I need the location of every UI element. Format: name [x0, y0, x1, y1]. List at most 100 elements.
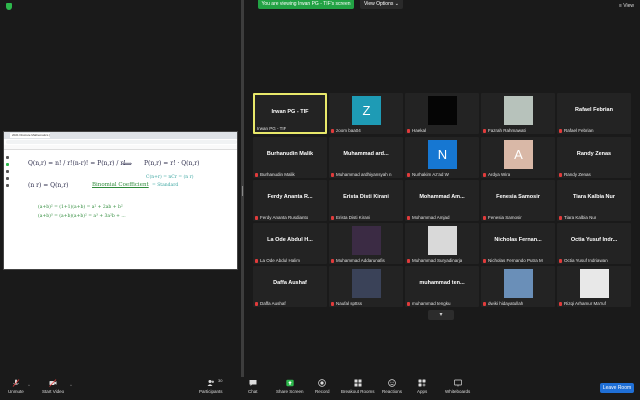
- unmute-button[interactable]: Unmute: [8, 379, 24, 394]
- leave-room-button[interactable]: Leave Room: [600, 383, 634, 393]
- whiteboards-button[interactable]: Whiteboards: [445, 379, 470, 394]
- participant-name-label: Haekal: [407, 128, 426, 133]
- muted-mic-icon: [483, 172, 486, 177]
- record-icon: [318, 379, 327, 387]
- participant-tile[interactable]: Zzoom baa04: [329, 93, 403, 134]
- top-bar: You are viewing Irwan PG - TIF's screen …: [0, 0, 640, 10]
- whiteboards-label: Whiteboards: [445, 389, 471, 394]
- share-screen-label: Share Screen: [276, 389, 304, 394]
- muted-mic-icon: [407, 172, 410, 177]
- handwriting-line-2-left: (n r) = Q(n,r): [28, 182, 69, 189]
- participant-tile[interactable]: Nicholas Fernan... Nicholas Fernando Putr…: [481, 223, 555, 264]
- reactions-icon: [388, 379, 396, 387]
- participant-tile[interactable]: Daffa Aushaf Daffa Aushaf: [253, 266, 327, 307]
- view-options-button[interactable]: View Options ⌄: [360, 0, 403, 9]
- audio-options-caret[interactable]: ^: [28, 383, 30, 388]
- participant-name-text: Muhammad Suryadinarja: [412, 258, 463, 263]
- apps-button[interactable]: Apps: [417, 379, 427, 394]
- muted-mic-icon: [559, 301, 562, 306]
- muted-mic-icon: [407, 258, 410, 263]
- participant-tile[interactable]: dwiki hidayatullah: [481, 266, 555, 307]
- muted-mic-icon: [559, 128, 562, 133]
- apps-icon: [418, 379, 426, 387]
- text-tool-icon: [6, 184, 9, 187]
- participants-label: Participants: [199, 389, 223, 394]
- participant-tile[interactable]: Muhammad ard... Muhammad ardhiyansyah n: [329, 137, 403, 178]
- participant-photo: [352, 269, 381, 298]
- participant-tile[interactable]: Rizqi Arhamur Ma'ruf: [557, 266, 631, 307]
- participant-name-label: Mohammad Amjad: [407, 215, 450, 220]
- apps-label: Apps: [417, 389, 428, 394]
- participant-name-text: Octia Yusuf Indriawan: [564, 258, 608, 263]
- participant-photo: [580, 269, 609, 298]
- split-divider-handle[interactable]: [241, 0, 244, 377]
- participant-tile[interactable]: Naufal spttss: [329, 266, 403, 307]
- participant-name-text: Fenesia Samosir: [488, 215, 522, 220]
- address-bar: [6, 140, 237, 144]
- participant-tile[interactable]: Mohammad Am... Mohammad Amjad: [405, 180, 479, 221]
- participant-tile[interactable]: Fenesia Samosir Fenesia Samosir: [481, 180, 555, 221]
- video-options-caret[interactable]: ^: [70, 383, 72, 388]
- participant-avatar: Z: [352, 96, 381, 125]
- participant-name-label: Irwan PG - TIF: [257, 126, 286, 131]
- record-button[interactable]: Record: [315, 379, 330, 394]
- security-shield-icon[interactable]: [6, 3, 12, 10]
- participant-tile[interactable]: A Ardya Wira: [481, 137, 555, 178]
- highlighter-tool-icon: [6, 163, 9, 166]
- participant-display-name: Randy Zenas: [576, 151, 612, 157]
- participant-tile[interactable]: Muhammad Addarunafis: [329, 223, 403, 264]
- participant-name-text: Naufal spttss: [336, 301, 363, 306]
- participants-count: 30: [218, 378, 223, 383]
- participant-name-text: Erista Disti Kirani: [336, 215, 371, 220]
- participant-display-name: Erista Disti Kirani: [343, 194, 389, 200]
- share-screen-button[interactable]: Share Screen: [276, 379, 304, 394]
- participant-tile[interactable]: Tiara Kalbia Nur Tiara Kalbia Nur: [557, 180, 631, 221]
- participant-display-name: Irwan PG - TIF: [271, 109, 309, 115]
- participant-tile[interactable]: Haekal: [405, 93, 479, 134]
- participant-tile[interactable]: Rafael Febrian Rafael Febrian: [557, 93, 631, 134]
- participant-tile[interactable]: Octia Yusuf Indr... Octia Yusuf Indriawan: [557, 223, 631, 264]
- participant-tile[interactable]: N Nurhakim Az'ad W: [405, 137, 479, 178]
- participant-display-name: La Ode Abdul H...: [267, 237, 313, 243]
- participant-name-label: Nurhakim Az'ad W: [407, 172, 449, 177]
- participant-tile[interactable]: muhammad ten... muhammad tengku: [405, 266, 479, 307]
- participant-name-text: Ardya Wira: [488, 172, 511, 177]
- muted-mic-icon: [559, 258, 562, 263]
- participant-tile[interactable]: Muhammad Suryadinarja: [405, 223, 479, 264]
- view-menu-button[interactable]: ≡ View: [619, 3, 634, 9]
- participant-display-name: Burhanudin Malik: [266, 151, 314, 157]
- participant-name-label: Muhammad Suryadinarja: [407, 258, 462, 263]
- participant-avatar: A: [504, 140, 533, 169]
- participant-tile[interactable]: Randy Zenas Randy Zenas: [557, 137, 631, 178]
- start-video-button[interactable]: Start Video: [42, 379, 64, 394]
- participants-icon: [207, 380, 214, 386]
- chat-button[interactable]: Chat: [248, 379, 258, 394]
- participant-name-text: muhammad tengku: [412, 301, 451, 306]
- participant-tile[interactable]: Ferdy Ananta R... Ferdy Ananta Rusdianto: [253, 180, 327, 221]
- participant-display-name: Nicholas Fernan...: [494, 237, 542, 243]
- participant-name-label: Rafael Febrian: [559, 128, 594, 133]
- zoom-meeting-window: You are viewing Irwan PG - TIF's screen …: [0, 0, 640, 400]
- participant-tile[interactable]: Erista Disti Kirani Erista Disti Kirani: [329, 180, 403, 221]
- reactions-button[interactable]: Reactions: [382, 379, 402, 394]
- chat-icon: [249, 380, 257, 386]
- muted-mic-icon: [331, 258, 334, 263]
- participant-tile[interactable]: La Ode Abdul H... La Ode Abdul Halim: [253, 223, 327, 264]
- participant-photo: [428, 226, 457, 255]
- participant-name-text: Nicholas Fernando Putra M: [488, 258, 543, 263]
- muted-mic-icon: [483, 258, 486, 263]
- participant-display-name: Muhammad ard...: [343, 151, 389, 157]
- breakout-rooms-button[interactable]: Breakout Rooms: [341, 379, 375, 394]
- breakout-rooms-icon: [354, 379, 362, 387]
- gallery-next-page-button[interactable]: ▾: [428, 310, 454, 320]
- participant-tile[interactable]: Irwan PG - TIF Irwan PG - TIF: [253, 93, 327, 134]
- handwriting-line-3: (a+b)² = (1+1)(a+b) = a² + 2ab + b²: [38, 205, 123, 210]
- participant-name-text: Nurhakim Az'ad W: [412, 172, 449, 177]
- muted-mic-icon: [559, 215, 562, 220]
- muted-mic-icon: [255, 172, 258, 177]
- participant-name-label: Muhammad ardhiyansyah n: [331, 172, 392, 177]
- participant-tile[interactable]: Burhanudin Malik Burhanudin Malik: [253, 137, 327, 178]
- whiteboard-icon: [453, 379, 462, 387]
- browser-chrome: 2021 Discrete Mathematics (B-2): [4, 132, 237, 139]
- participant-tile[interactable]: Fazrah Rahmawati: [481, 93, 555, 134]
